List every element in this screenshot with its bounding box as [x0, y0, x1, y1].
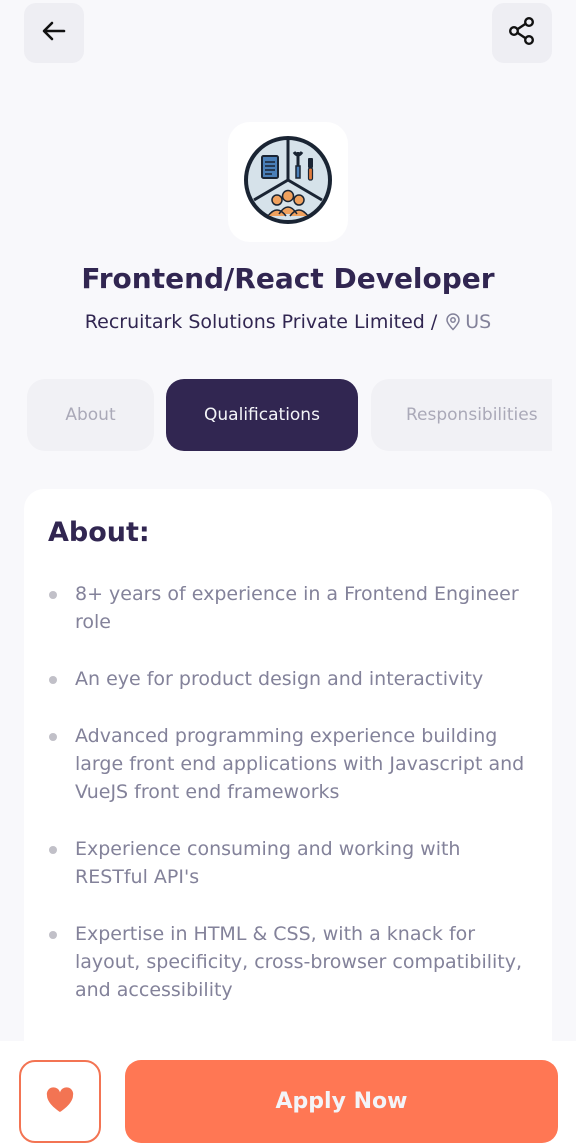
list-item-text: 8+ years of experience in a Frontend Eng… [75, 583, 519, 633]
tab-about[interactable]: About [27, 379, 154, 451]
list-item-text: Experience consuming and working with RE… [75, 838, 461, 888]
like-button[interactable] [19, 1060, 101, 1143]
content-card: About: 8+ years of experience in a Front… [24, 489, 552, 1109]
company-name: Recruitark Solutions Private Limited [84, 311, 425, 333]
company-logo [228, 122, 348, 242]
apply-now-button[interactable]: Apply Now [125, 1060, 558, 1143]
list-item: Expertise in HTML & CSS, with a knack fo… [48, 920, 528, 1004]
back-button[interactable] [24, 3, 84, 63]
share-button[interactable] [492, 3, 552, 63]
list-item-text: Advanced programming experience building… [75, 725, 525, 803]
section-heading: About: [48, 517, 150, 548]
bullet-dot [49, 931, 57, 939]
heart-icon [45, 1086, 75, 1118]
qualification-list: 8+ years of experience in a Frontend Eng… [48, 580, 528, 1004]
list-item: 8+ years of experience in a Frontend Eng… [48, 580, 528, 636]
tab-qualifications[interactable]: Qualifications [166, 379, 358, 451]
location-pin-icon [445, 313, 461, 331]
company-separator: / [430, 311, 438, 333]
list-item-text: Expertise in HTML & CSS, with a knack fo… [75, 923, 523, 1001]
arrow-left-icon [40, 17, 68, 49]
bullet-dot [49, 676, 57, 684]
location-text: US [465, 311, 492, 333]
bullet-dot [49, 591, 57, 599]
bullet-dot [49, 846, 57, 854]
list-item: An eye for product design and interactiv… [48, 665, 528, 693]
list-item-text: An eye for product design and interactiv… [75, 668, 484, 690]
job-title: Frontend/React Developer [81, 262, 495, 295]
bullet-dot [49, 733, 57, 741]
company-logo-icon [242, 134, 334, 230]
tab-responsibilities[interactable]: Responsibilities [371, 379, 552, 451]
tab-bar: About Qualifications Responsibilities [0, 379, 552, 451]
footer-bar: Apply Now [0, 1041, 576, 1147]
list-item: Advanced programming experience building… [48, 722, 528, 806]
company-info: Recruitark Solutions Private Limited / U… [0, 311, 576, 333]
share-icon [507, 16, 537, 50]
list-item: Experience consuming and working with RE… [48, 835, 528, 891]
